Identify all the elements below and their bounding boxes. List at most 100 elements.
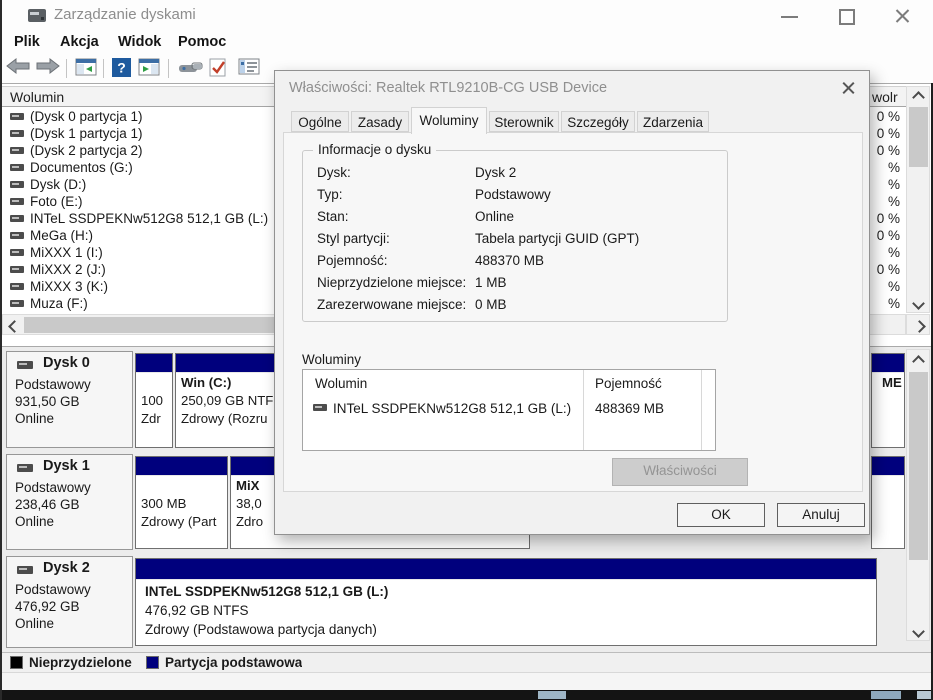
- maximize-icon[interactable]: [839, 9, 855, 25]
- partition-line: 300 MB: [141, 496, 187, 511]
- menu-widok[interactable]: Widok: [118, 34, 161, 50]
- taskbar-segment: [917, 691, 931, 699]
- volume-icon: [313, 404, 327, 411]
- minimize-icon[interactable]: [781, 16, 798, 18]
- volume-free-pct: 0 %: [876, 228, 900, 243]
- menu-plik[interactable]: Plik: [14, 34, 40, 50]
- info-label: Dysk:: [317, 165, 351, 180]
- tab-szczegoly[interactable]: Szczegóły: [561, 111, 635, 132]
- scroll-right-icon[interactable]: [913, 320, 926, 333]
- tab-sterownik[interactable]: Sterownik: [489, 111, 559, 132]
- help-icon[interactable]: ?: [112, 58, 136, 79]
- graphical-view-vscrollbar[interactable]: [906, 349, 930, 641]
- disk-type: Podstawowy: [15, 480, 91, 495]
- disk0-header[interactable]: Dysk 0 Podstawowy 931,50 GB Online: [6, 351, 133, 448]
- title-bar: Zarządzanie dyskami: [2, 0, 933, 30]
- disk-size: 476,92 GB: [15, 599, 80, 614]
- partition-title: [141, 477, 222, 495]
- volume-icon: [10, 249, 24, 256]
- disk0-partition-system[interactable]: 100 Zdr: [135, 353, 173, 448]
- volume-free-pct: 0 %: [876, 143, 900, 158]
- table-header-capacity[interactable]: Pojemność: [595, 376, 662, 391]
- disk-type: Podstawowy: [15, 582, 91, 597]
- tab-label: Woluminy: [419, 113, 479, 128]
- scroll-down-icon[interactable]: [912, 625, 925, 638]
- menu-akcja[interactable]: Akcja: [60, 34, 99, 50]
- vscroll-thumb[interactable]: [909, 372, 928, 560]
- tab-label: Ogólne: [298, 115, 342, 130]
- volume-icon: [10, 130, 24, 137]
- partition-color-band: [872, 354, 904, 373]
- volume-list-vscrollbar[interactable]: [906, 86, 930, 313]
- disk-status: Online: [15, 616, 55, 631]
- legend-unallocated-swatch: [10, 656, 23, 669]
- disk-icon: [17, 464, 33, 472]
- disk1-partition-fragment[interactable]: [871, 456, 905, 549]
- volume-label: INTeL SSDPEKNw512G8 512,1 GB (L:): [30, 211, 269, 226]
- task-check-icon[interactable]: [208, 58, 232, 79]
- volume-icon: [10, 232, 24, 239]
- page-check-icon: [209, 58, 226, 77]
- partition-color-band: [872, 457, 904, 476]
- tab-zasady[interactable]: Zasady: [351, 111, 409, 132]
- disk-icon: [17, 361, 33, 369]
- tab-zdarzenia[interactable]: Zdarzenia: [637, 111, 709, 132]
- volume-table-row[interactable]: INTeL SSDPEKNw512G8 512,1 GB (L:) 488369…: [303, 396, 715, 418]
- scroll-up-icon[interactable]: [912, 91, 925, 104]
- disk2-partition-intel-l[interactable]: INTeL SSDPEKNw512G8 512,1 GB (L:) 476,92…: [135, 558, 877, 646]
- toolbar-separator: [103, 59, 104, 78]
- volume-free-pct: 0 %: [876, 262, 900, 277]
- menu-pomoc[interactable]: Pomoc: [178, 34, 226, 50]
- back-icon[interactable]: [6, 57, 30, 79]
- disk-status: Online: [15, 514, 55, 529]
- dialog-title: Właściwości: Realtek RTL9210B-CG USB Dev…: [289, 80, 608, 96]
- scroll-left-icon[interactable]: [8, 320, 21, 333]
- tab-panel-woluminy: Informacje o dysku Dysk: Dysk 2 Typ: Pod…: [283, 132, 863, 492]
- menu-bar: Plik Akcja Widok Pomoc: [2, 30, 933, 55]
- tab-ogolne[interactable]: Ogólne: [291, 111, 349, 132]
- disk2-header[interactable]: Dysk 2 Podstawowy 476,92 GB Online: [6, 556, 133, 648]
- action-pane-icon[interactable]: [138, 58, 162, 79]
- disk-type: Podstawowy: [15, 377, 91, 392]
- taskbar-segment: [538, 691, 566, 699]
- device-console-icon: [179, 62, 203, 72]
- disk-name: Dysk 0: [43, 355, 90, 371]
- tab-woluminy[interactable]: Woluminy: [411, 107, 487, 134]
- ok-button[interactable]: OK: [677, 503, 765, 527]
- vscroll-thumb[interactable]: [909, 107, 928, 167]
- volume-icon: [10, 113, 24, 120]
- volume-free-pct: %: [887, 296, 900, 311]
- volume-icon: [10, 215, 24, 222]
- properties-list-icon[interactable]: [238, 58, 262, 79]
- volume-label: (Dysk 2 partycja 2): [30, 143, 143, 158]
- table-header-volume[interactable]: Wolumin: [315, 376, 367, 391]
- disk1-partition-300mb[interactable]: 300 MB Zdrowy (Part: [135, 456, 228, 549]
- volume-icon: [10, 300, 24, 307]
- console-snapin-icon[interactable]: [177, 58, 203, 79]
- volume-label: Muza (F:): [30, 296, 88, 311]
- scroll-up-icon[interactable]: [912, 355, 925, 368]
- scroll-down-icon[interactable]: [912, 297, 925, 310]
- volume-icon: [10, 181, 24, 188]
- partition-line: Zdrowy (Part: [141, 514, 217, 529]
- info-label: Styl partycji:: [317, 231, 390, 246]
- volume-label: MiXXX 2 (J:): [30, 262, 106, 277]
- disk0-partition-fragment[interactable]: ME: [871, 353, 905, 448]
- info-label: Stan:: [317, 209, 349, 224]
- volume-icon: [10, 164, 24, 171]
- partition-line: 100: [141, 393, 164, 408]
- properties-button-disabled[interactable]: Właściwości: [612, 458, 748, 486]
- disk1-header[interactable]: Dysk 1 Podstawowy 238,46 GB Online: [6, 454, 133, 550]
- console-tree-icon[interactable]: [75, 58, 99, 79]
- volume-label: MiXXX 1 (I:): [30, 245, 103, 260]
- column-header-free-pct[interactable]: wolr: [868, 86, 906, 107]
- question-mark-icon: ?: [112, 58, 131, 77]
- info-label: Typ:: [317, 187, 343, 202]
- column-header-label: Wolumin: [10, 89, 65, 105]
- hscroll-right-button[interactable]: [906, 314, 930, 335]
- info-value: 488370 MB: [475, 253, 545, 268]
- window-play-icon: [138, 58, 160, 76]
- forward-icon[interactable]: [36, 57, 60, 79]
- cancel-button[interactable]: Anuluj: [777, 503, 865, 527]
- volume-free-pct: %: [887, 177, 900, 192]
